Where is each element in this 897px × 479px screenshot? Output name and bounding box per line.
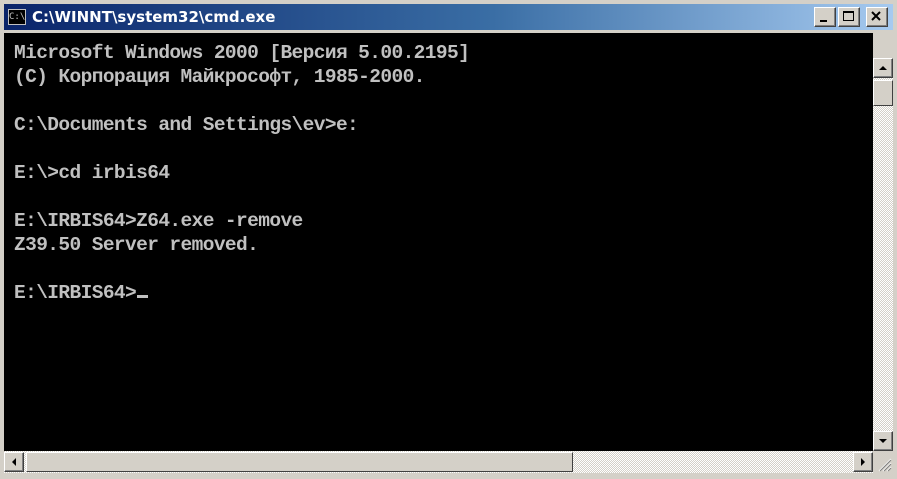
close-icon — [871, 11, 881, 21]
console-output[interactable]: Microsoft Windows 2000 [Версия 5.00.2195… — [4, 33, 873, 451]
console-line: (С) Корпорация Майкрософт, 1985-2000. — [14, 66, 425, 88]
console-line: E:\>cd irbis64 — [14, 162, 170, 184]
maximize-icon — [843, 11, 854, 21]
console-line: Z39.50 Server removed. — [14, 234, 259, 256]
console-line: C:\Documents and Settings\ev>e: — [14, 114, 359, 136]
console-line: Microsoft Windows 2000 [Версия 5.00.2195… — [14, 42, 470, 64]
minimize-button[interactable] — [814, 7, 836, 27]
text-cursor — [137, 295, 149, 298]
arrow-down-icon — [879, 439, 887, 443]
horizontal-scrollbar[interactable] — [4, 451, 873, 473]
horizontal-scroll-thumb[interactable] — [26, 452, 573, 472]
title-bar[interactable]: C:\ C:\WINNT\system32\cmd.exe — [4, 4, 893, 30]
resize-grip[interactable] — [873, 451, 893, 473]
arrow-left-icon — [12, 458, 16, 466]
console-line: E:\IRBIS64>Z64.exe -remove — [14, 210, 303, 232]
vertical-scrollbar[interactable] — [873, 58, 893, 451]
window-title: C:\WINNT\system32\cmd.exe — [32, 8, 276, 26]
cmd-console-icon[interactable]: C:\ — [8, 9, 26, 25]
console-prompt: E:\IRBIS64> — [14, 282, 137, 304]
maximize-button[interactable] — [838, 7, 860, 27]
console-prompt-line[interactable]: E:\IRBIS64> — [14, 281, 873, 305]
minimize-icon — [820, 20, 827, 22]
resize-grip-icon — [878, 458, 892, 472]
arrow-right-icon — [861, 458, 865, 466]
scroll-left-button[interactable] — [4, 452, 24, 472]
scroll-up-button[interactable] — [873, 58, 893, 78]
cmd-window: C:\ C:\WINNT\system32\cmd.exe Microsoft … — [0, 0, 897, 479]
close-button[interactable] — [866, 7, 888, 27]
scroll-right-button[interactable] — [853, 452, 873, 472]
vertical-scroll-track[interactable] — [873, 58, 893, 451]
vertical-scroll-thumb[interactable] — [873, 80, 893, 106]
scroll-down-button[interactable] — [873, 431, 893, 451]
arrow-up-icon — [879, 66, 887, 70]
